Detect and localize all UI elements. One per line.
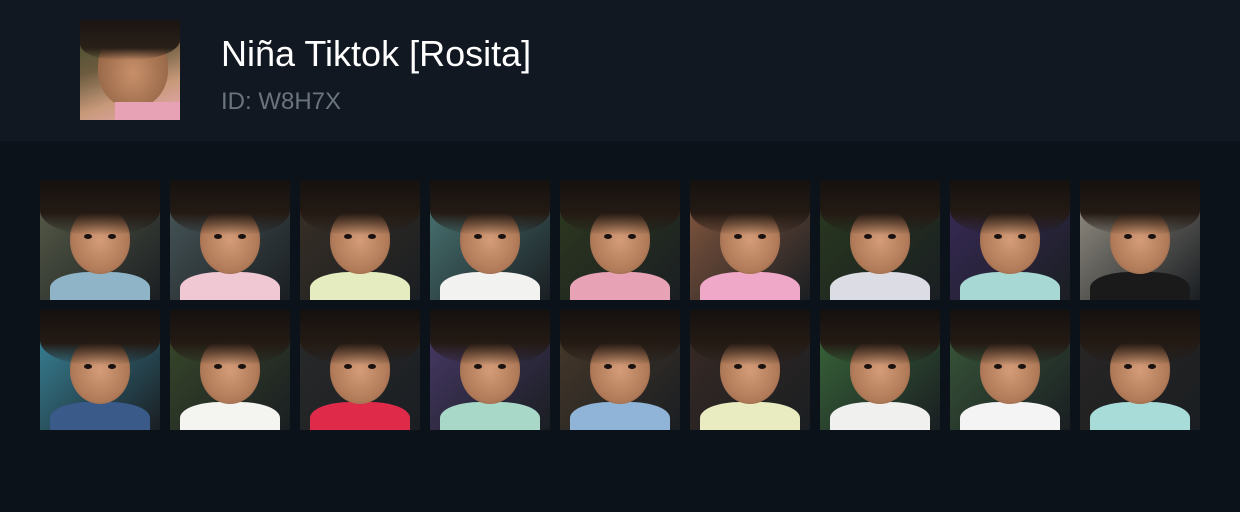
thumbnail-shirt	[570, 402, 670, 430]
thumbnail-hair	[560, 180, 680, 235]
grid-thumbnail[interactable]	[40, 310, 160, 430]
grid-thumbnail[interactable]	[1080, 180, 1200, 300]
profile-id: ID: W8H7X	[221, 88, 342, 115]
thumbnail-hair	[950, 310, 1070, 365]
thumbnail-eye-right	[238, 234, 246, 239]
thumbnail-shirt	[50, 402, 150, 430]
grid-thumbnail[interactable]	[170, 180, 290, 300]
thumbnail-hair	[40, 180, 160, 235]
thumbnail-eye-right	[368, 234, 376, 239]
avatar-hair	[80, 20, 180, 60]
grid-thumbnail[interactable]	[170, 310, 290, 430]
thumbnail-eye-right	[368, 364, 376, 369]
thumbnail-eye-left	[604, 234, 612, 239]
grid-thumbnail[interactable]	[690, 310, 810, 430]
thumbnail-shirt	[1090, 402, 1190, 430]
thumbnail-eye-right	[758, 234, 766, 239]
thumbnail-hair	[1080, 180, 1200, 235]
grid-thumbnail[interactable]	[560, 180, 680, 300]
thumbnail-shirt	[180, 272, 280, 300]
grid-thumbnail[interactable]	[690, 180, 810, 300]
thumbnail-eye-right	[498, 364, 506, 369]
thumbnail-shirt	[50, 272, 150, 300]
thumbnail-hair	[300, 180, 420, 235]
thumbnail-eye-left	[214, 364, 222, 369]
thumbnail-eye-left	[994, 234, 1002, 239]
thumbnail-eye-right	[1018, 364, 1026, 369]
thumbnail-shirt	[830, 272, 930, 300]
grid-thumbnail[interactable]	[430, 180, 550, 300]
thumbnail-hair	[40, 310, 160, 365]
thumbnail-hair	[560, 310, 680, 365]
thumbnail-shirt	[440, 272, 540, 300]
grid-thumbnail[interactable]	[820, 180, 940, 300]
thumbnail-hair	[170, 180, 290, 235]
thumbnail-eye-left	[474, 234, 482, 239]
thumbnail-eye-left	[84, 364, 92, 369]
thumbnail-eye-right	[108, 234, 116, 239]
avatar[interactable]	[80, 20, 180, 120]
thumbnail-eye-right	[1148, 234, 1156, 239]
thumbnail-shirt	[570, 272, 670, 300]
thumbnail-eye-left	[1124, 234, 1132, 239]
thumbnail-shirt	[310, 402, 410, 430]
thumbnail-eye-right	[498, 234, 506, 239]
thumbnail-eye-right	[238, 364, 246, 369]
thumbnail-eye-right	[758, 364, 766, 369]
thumbnail-eye-right	[108, 364, 116, 369]
grid-thumbnail[interactable]	[1080, 310, 1200, 430]
avatar-shirt	[115, 102, 180, 120]
thumbnail-hair	[430, 310, 550, 365]
thumbnail-eye-left	[344, 234, 352, 239]
thumbnail-eye-left	[864, 234, 872, 239]
thumbnail-eye-left	[604, 364, 612, 369]
thumbnail-eye-left	[84, 234, 92, 239]
thumbnail-hair	[950, 180, 1070, 235]
grid-thumbnail[interactable]	[950, 310, 1070, 430]
grid-thumbnail[interactable]	[300, 310, 420, 430]
grid-thumbnail[interactable]	[300, 180, 420, 300]
image-grid	[40, 180, 1200, 430]
thumbnail-eye-right	[1148, 364, 1156, 369]
profile-name: Niña Tiktok [Rosita]	[221, 33, 532, 74]
grid-thumbnail[interactable]	[40, 180, 160, 300]
thumbnail-eye-right	[888, 364, 896, 369]
thumbnail-hair	[820, 180, 940, 235]
thumbnail-eye-left	[864, 364, 872, 369]
thumbnail-eye-right	[1018, 234, 1026, 239]
thumbnail-shirt	[180, 402, 280, 430]
thumbnail-shirt	[700, 272, 800, 300]
grid-thumbnail[interactable]	[820, 310, 940, 430]
grid-thumbnail[interactable]	[950, 180, 1070, 300]
thumbnail-shirt	[1090, 272, 1190, 300]
thumbnail-eye-left	[344, 364, 352, 369]
grid-thumbnail[interactable]	[560, 310, 680, 430]
thumbnail-eye-left	[734, 364, 742, 369]
thumbnail-shirt	[830, 402, 930, 430]
thumbnail-shirt	[960, 272, 1060, 300]
thumbnail-shirt	[700, 402, 800, 430]
thumbnail-hair	[690, 180, 810, 235]
profile-header: Niña Tiktok [Rosita] ID: W8H7X	[0, 0, 1240, 141]
thumbnail-eye-left	[1124, 364, 1132, 369]
thumbnail-eye-left	[994, 364, 1002, 369]
thumbnail-eye-right	[628, 234, 636, 239]
thumbnail-hair	[820, 310, 940, 365]
thumbnail-hair	[690, 310, 810, 365]
thumbnail-shirt	[310, 272, 410, 300]
thumbnail-hair	[300, 310, 420, 365]
thumbnail-hair	[1080, 310, 1200, 365]
thumbnail-hair	[430, 180, 550, 235]
thumbnail-eye-right	[628, 364, 636, 369]
thumbnail-shirt	[960, 402, 1060, 430]
thumbnail-shirt	[440, 402, 540, 430]
thumbnail-eye-left	[474, 364, 482, 369]
thumbnail-hair	[170, 310, 290, 365]
thumbnail-eye-left	[214, 234, 222, 239]
thumbnail-eye-left	[734, 234, 742, 239]
grid-thumbnail[interactable]	[430, 310, 550, 430]
thumbnail-eye-right	[888, 234, 896, 239]
